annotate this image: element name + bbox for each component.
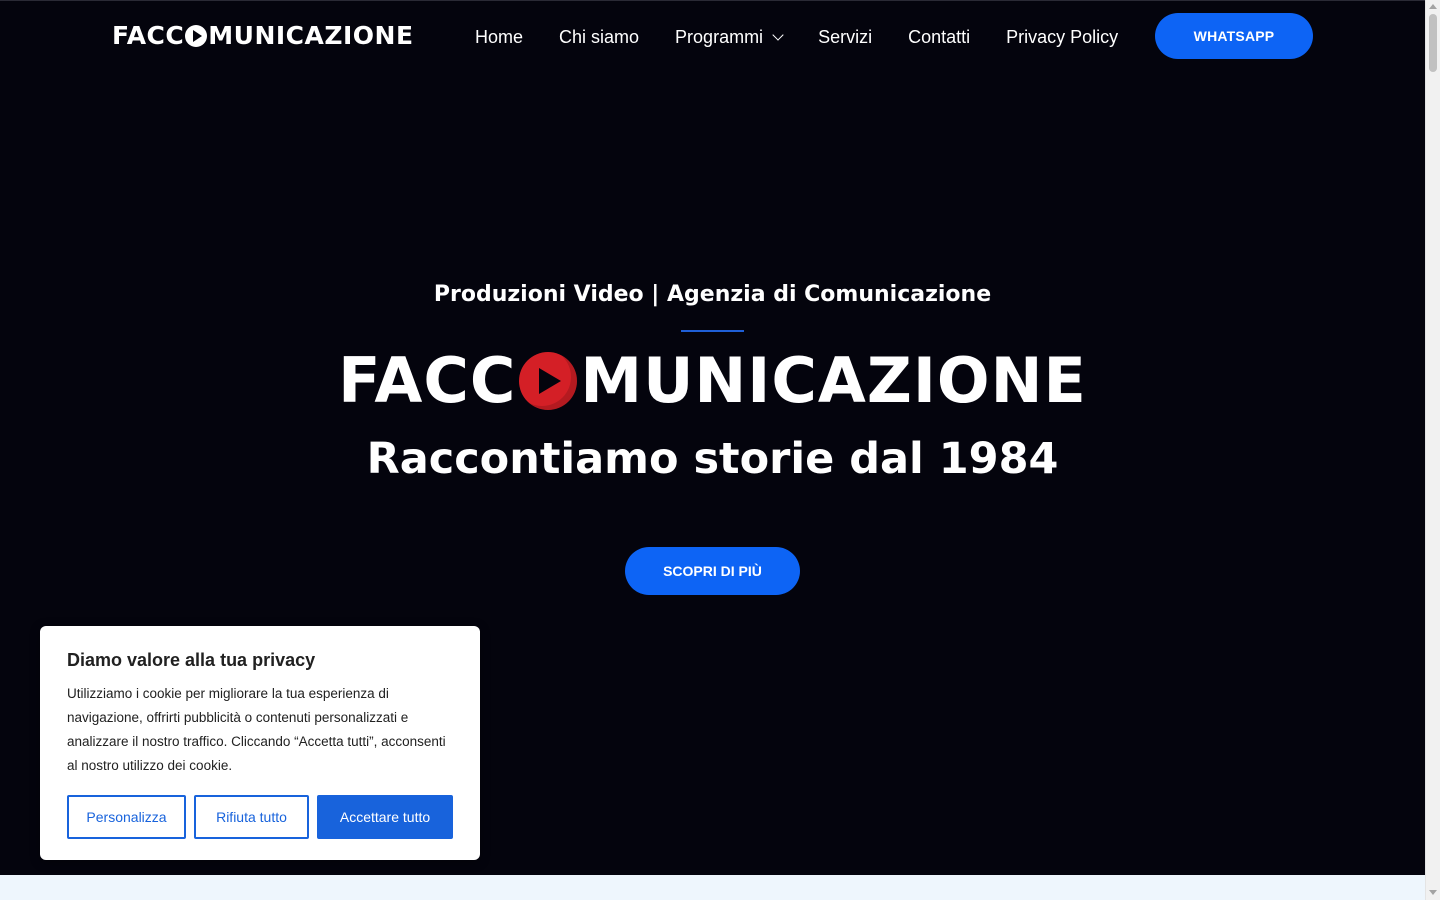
hero-subtitle: Produzioni Video | Agenzia di Comunicazi…	[433, 282, 992, 307]
hero-logo: FACC MUNICAZIONE	[0, 346, 1425, 416]
nav-item-home[interactable]: Home	[475, 24, 523, 50]
hero-logo-text-right: MUNICAZIONE	[580, 344, 1087, 417]
scroll-up-arrow-icon[interactable]	[1429, 4, 1437, 9]
cookie-banner-title: Diamo valore alla tua privacy	[67, 650, 316, 670]
logo-text-right: MUNICAZIONE	[208, 21, 414, 50]
customize-button[interactable]: Personalizza	[67, 795, 186, 839]
nav-item-privacy-policy[interactable]: Privacy Policy	[1006, 24, 1118, 50]
accept-all-button[interactable]: Accettare tutto	[317, 795, 453, 839]
play-icon	[185, 25, 208, 47]
main-nav: Home Chi siamo Programmi Servizi Contatt…	[475, 23, 1154, 51]
nav-item-contatti[interactable]: Contatti	[908, 24, 970, 50]
cookie-buttons: Personalizza Rifiuta tutto Accettare tut…	[67, 795, 453, 839]
header-logo[interactable]: FACC MUNICAZIONE	[112, 22, 414, 50]
hero-divider	[681, 330, 744, 332]
hero-logo-text-left: FACC	[338, 344, 517, 417]
nav-item-programmi[interactable]: Programmi	[675, 24, 784, 50]
reject-all-button[interactable]: Rifiuta tutto	[194, 795, 309, 839]
chevron-down-icon	[772, 29, 784, 41]
whatsapp-button[interactable]: WHATSAPP	[1155, 13, 1313, 59]
hero-tagline: Raccontiamo storie dal 1984	[366, 434, 1059, 484]
scopri-di-piu-button[interactable]: SCOPRI DI PIÙ	[625, 547, 800, 595]
nav-item-chi-siamo[interactable]: Chi siamo	[559, 24, 639, 50]
scroll-down-arrow-icon[interactable]	[1429, 890, 1437, 895]
cookie-banner: Diamo valore alla tua privacy Utilizziam…	[40, 626, 480, 860]
nav-item-servizi[interactable]: Servizi	[818, 24, 872, 50]
scrollbar-thumb[interactable]	[1429, 14, 1437, 72]
logo-text-left: FACC	[112, 21, 185, 50]
nav-item-programmi-label: Programmi	[675, 27, 764, 47]
vertical-scrollbar[interactable]	[1425, 0, 1440, 900]
next-section-strip	[0, 875, 1425, 900]
page: FACC MUNICAZIONE Home Chi siamo Programm…	[0, 0, 1440, 900]
site-header: FACC MUNICAZIONE Home Chi siamo Programm…	[0, 0, 1425, 72]
cookie-banner-text: Utilizziamo i cookie per migliorare la t…	[67, 686, 446, 773]
play-circle-icon	[519, 352, 578, 410]
